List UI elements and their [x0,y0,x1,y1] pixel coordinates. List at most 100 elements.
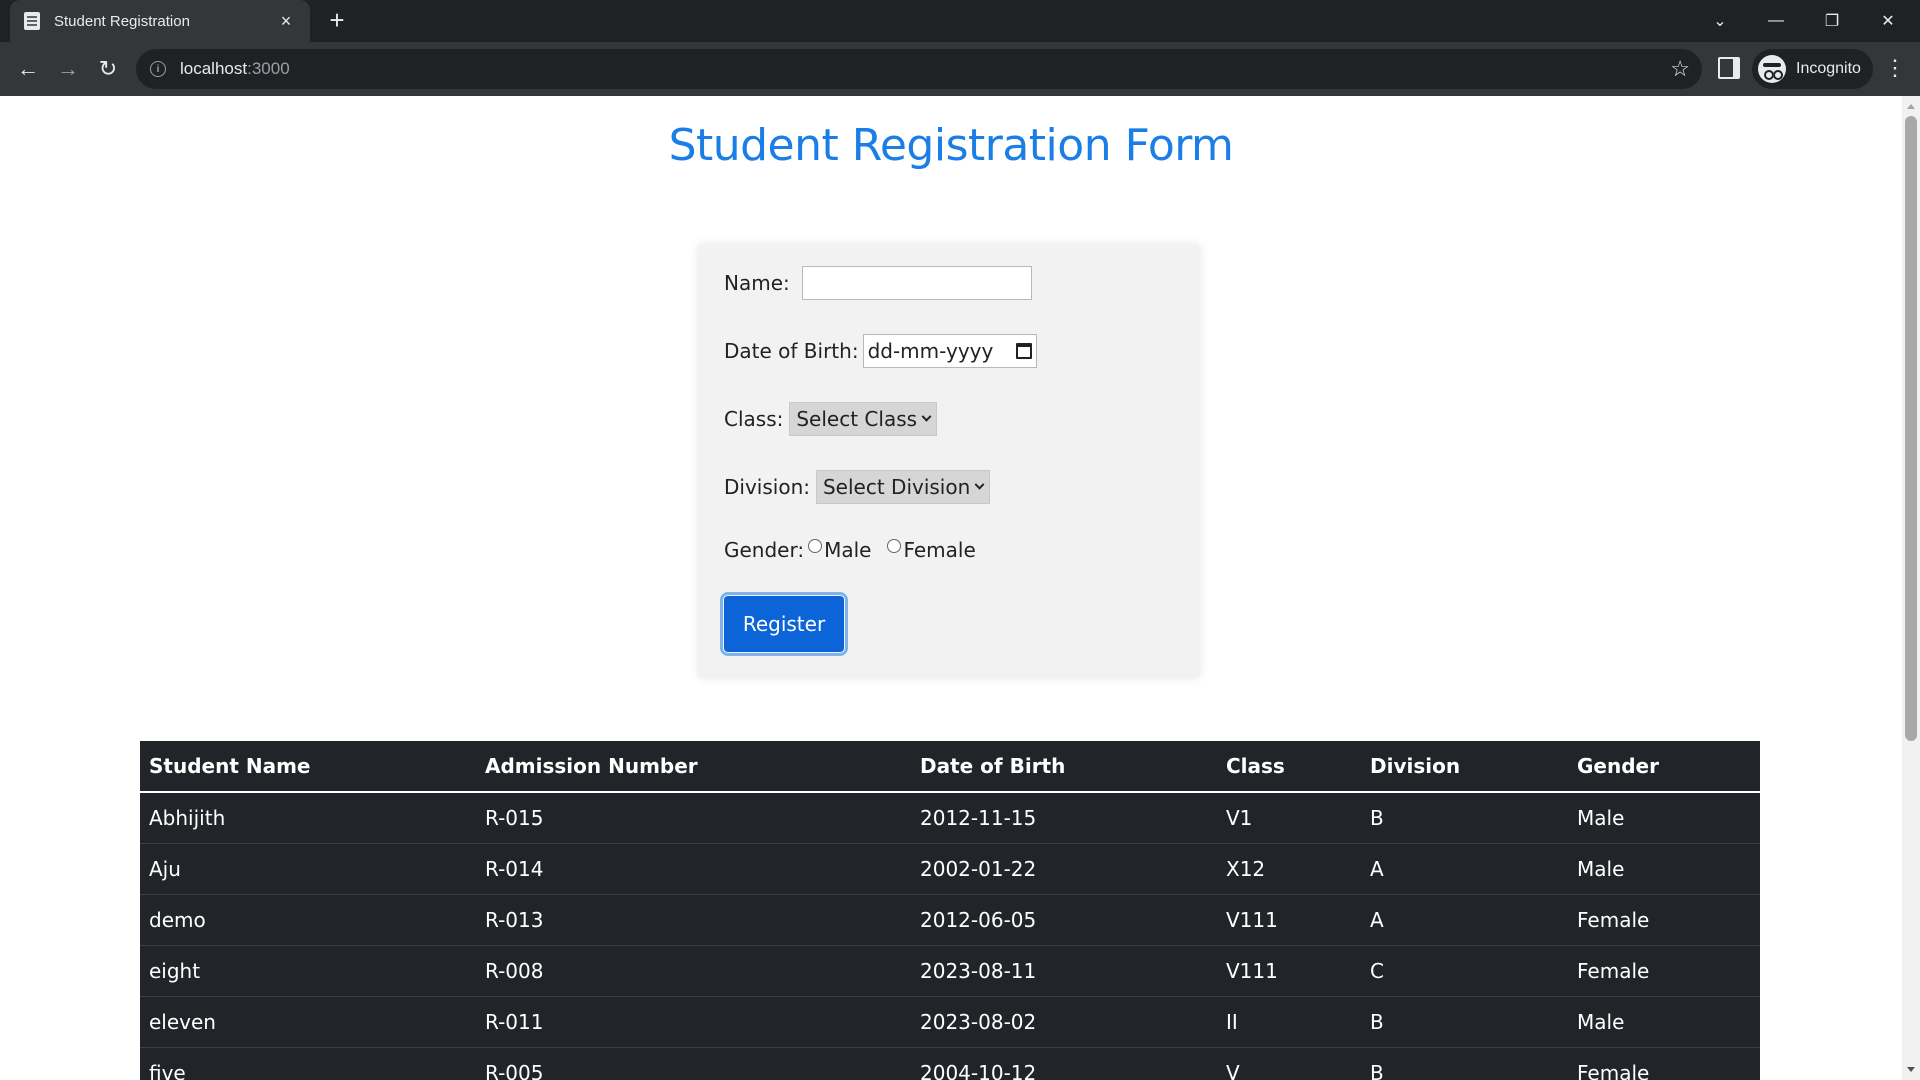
tab-close-icon[interactable]: × [276,11,296,32]
class-row: Class: Select Class [724,402,938,436]
table-cell: A [1361,842,1568,894]
table-cell: 2012-11-15 [911,791,1217,843]
scrollbar-thumb[interactable] [1905,116,1917,741]
page-viewport: Student Registration Form Name: Date of … [0,96,1920,1080]
table-cell: demo [140,893,476,945]
column-header: Admission Number [476,741,911,793]
tab-search-chevron-icon[interactable]: ⌄ [1692,0,1748,42]
back-arrow-icon[interactable]: ← [8,49,48,89]
division-select[interactable]: Select Division [815,470,991,504]
table-cell: Aju [140,842,476,894]
column-header: Class [1217,741,1361,793]
gender-label: Gender: [724,538,805,562]
table-cell: R-014 [476,842,911,894]
gender-male-label: Male [824,538,872,562]
division-row: Division: Select Division [724,470,991,504]
table-cell: V [1217,1046,1361,1080]
url-port: :3000 [247,59,290,78]
column-header: Date of Birth [911,741,1217,793]
table-cell: V111 [1217,893,1361,945]
address-bar[interactable]: i localhost:3000 ☆ [136,49,1702,89]
scroll-up-arrow-icon[interactable] [1907,104,1915,109]
table-cell: B [1361,791,1568,843]
table-cell: five [140,1046,476,1080]
dob-input[interactable]: dd-mm-yyyy [862,334,1037,368]
name-row: Name: [724,266,1032,300]
column-header: Division [1361,741,1568,793]
browser-toolbar: ← → ↻ i localhost:3000 ☆ Incognito ⋮ [0,42,1920,96]
division-select-value: Select Division [822,475,971,499]
table-cell: 2004-10-12 [911,1046,1217,1080]
table-row: demo R-013 2012-06-05 V111 A Female [140,893,1760,945]
side-panel-icon[interactable] [1718,57,1740,79]
gender-female-label: Female [903,538,976,562]
more-menu-icon[interactable]: ⋮ [1884,57,1906,79]
vertical-scrollbar[interactable] [1902,96,1920,1080]
class-select[interactable]: Select Class [789,402,938,436]
table-cell: B [1361,995,1568,1047]
table-row: Abhijith R-015 2012-11-15 V1 B Male [140,791,1760,843]
column-header: Student Name [140,741,476,793]
table-cell: X12 [1217,842,1361,894]
chevron-down-icon [921,411,932,422]
dob-placeholder: dd-mm-yyyy [867,339,994,363]
table-cell: 2002-01-22 [911,842,1217,894]
registration-form: Name: Date of Birth: dd-mm-yyyy Class: S… [698,244,1200,678]
gender-female-radio[interactable] [887,539,902,553]
table-cell: Female [1568,944,1760,996]
table-header-row: Student Name Admission Number Date of Bi… [140,741,1760,793]
table-cell: Female [1568,893,1760,945]
class-label: Class: [724,407,784,431]
page-favicon-icon [24,12,40,30]
table-cell: R-011 [476,995,911,1047]
incognito-icon [1758,55,1786,83]
new-tab-button[interactable]: + [322,6,352,36]
name-input[interactable] [801,266,1032,300]
name-label: Name: [724,271,790,295]
url-host: localhost [180,59,248,78]
incognito-profile-button[interactable]: Incognito [1752,49,1873,89]
calendar-icon[interactable] [1015,343,1032,359]
gender-male-radio[interactable] [808,539,823,553]
table-cell: II [1217,995,1361,1047]
table-cell: Male [1568,995,1760,1047]
table-cell: Male [1568,791,1760,843]
table-cell: 2023-08-02 [911,995,1217,1047]
gender-row: Gender: Male Female [724,538,976,562]
table-cell: 2012-06-05 [911,893,1217,945]
scroll-down-arrow-icon[interactable] [1907,1067,1915,1072]
table-row: five R-005 2004-10-12 V B Female [140,1046,1760,1080]
table-row: Aju R-014 2002-01-22 X12 A Male [140,842,1760,894]
table-cell: R-008 [476,944,911,996]
table-cell: R-013 [476,893,911,945]
browser-tab-strip: Student Registration × + ⌄ — ❐ ✕ [0,0,1920,42]
chevron-down-icon [974,479,985,490]
minimize-icon[interactable]: — [1748,0,1804,42]
table-cell: R-015 [476,791,911,843]
table-cell: 2023-08-11 [911,944,1217,996]
browser-tab[interactable]: Student Registration × [10,0,310,42]
dob-label: Date of Birth: [724,339,859,363]
bookmark-star-icon[interactable]: ☆ [1670,56,1690,82]
table-cell: Male [1568,842,1760,894]
table-cell: eight [140,944,476,996]
dob-row: Date of Birth: dd-mm-yyyy [724,334,1037,368]
students-table: Student Name Admission Number Date of Bi… [140,741,1760,1080]
forward-arrow-icon[interactable]: → [48,49,88,89]
table-cell: B [1361,1046,1568,1080]
register-row: Register [720,592,848,656]
tab-title: Student Registration [54,12,190,30]
table-row: eleven R-011 2023-08-02 II B Male [140,995,1760,1047]
incognito-label: Incognito [1796,60,1861,77]
table-cell: V111 [1217,944,1361,996]
restore-icon[interactable]: ❐ [1804,0,1860,42]
site-info-icon[interactable]: i [150,61,166,77]
close-window-icon[interactable]: ✕ [1860,0,1916,42]
division-label: Division: [724,475,810,499]
column-header: Gender [1568,741,1760,793]
table-cell: V1 [1217,791,1361,843]
table-row: eight R-008 2023-08-11 V111 C Female [140,944,1760,996]
reload-icon[interactable]: ↻ [88,49,128,89]
register-button[interactable]: Register [720,592,848,656]
table-cell: A [1361,893,1568,945]
